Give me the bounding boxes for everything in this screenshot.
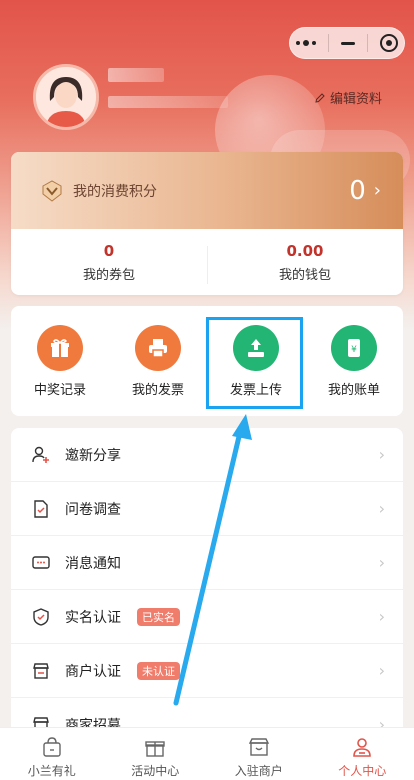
highlight-box (206, 317, 303, 409)
chevron-right-icon: › (378, 499, 385, 518)
action-label: 我的发票 (131, 382, 184, 398)
action-label: 中奖记录 (33, 382, 86, 398)
coupon-label: 我的券包 (82, 267, 135, 283)
tab-bar: 小兰有礼 活动中心 入驻商户 个人中心 (0, 727, 414, 780)
bag-icon (43, 737, 61, 757)
avatar[interactable] (33, 64, 99, 130)
action-prize-records[interactable]: 中奖记录 (11, 324, 109, 398)
tab-activity-center[interactable]: 活动中心 (104, 728, 208, 780)
action-label: 我的账单 (327, 382, 380, 398)
points-value: 0 (349, 175, 366, 206)
coupon-wallet[interactable]: 0 我的券包 (11, 242, 207, 283)
menu-list: 邀新分享 › 问卷调查 › 消息通知 › 实名认证 已实名 › 商户认证 未认证… (11, 428, 403, 738)
message-icon (31, 553, 51, 573)
wallet-label: 我的钱包 (278, 267, 331, 283)
store-icon (31, 661, 51, 681)
gift-icon (37, 324, 83, 371)
survey-icon (31, 499, 51, 519)
points-card: 我的消费积分 0 › 0 我的券包 0.00 我的钱包 (11, 152, 403, 295)
menu-item-messages[interactable]: 消息通知 › (11, 536, 403, 590)
menu-item-invite[interactable]: 邀新分享 › (11, 428, 403, 482)
user-id-masked (108, 96, 228, 108)
points-label: 我的消费积分 (73, 183, 157, 200)
svg-text:¥: ¥ (351, 345, 357, 355)
menu-label: 邀新分享 (65, 447, 121, 464)
store-icon (248, 738, 269, 756)
edit-profile-link[interactable]: 编辑资料 (314, 88, 382, 107)
username-masked (108, 68, 164, 82)
diamond-icon (42, 179, 62, 202)
menu-label: 问卷调查 (65, 501, 121, 518)
stats-row: 0 我的券包 0.00 我的钱包 (11, 229, 403, 295)
status-badge: 未认证 (137, 661, 180, 680)
wallet-balance: 0.00 (286, 241, 324, 260)
shield-icon (31, 607, 51, 627)
tab-label: 个人中心 (338, 764, 387, 778)
coupon-count: 0 (103, 241, 115, 260)
minimize-icon[interactable] (341, 41, 355, 45)
chevron-right-icon: › (373, 180, 381, 201)
edit-profile-label: 编辑资料 (329, 92, 382, 107)
gift-icon (145, 741, 165, 757)
tab-label: 活动中心 (131, 764, 180, 778)
bill-icon: ¥ (331, 324, 377, 371)
tab-gifts[interactable]: 小兰有礼 (0, 728, 104, 780)
more-icon[interactable] (296, 40, 316, 46)
menu-label: 实名认证 (65, 609, 121, 626)
close-miniprogram-icon[interactable] (380, 34, 398, 52)
chevron-right-icon: › (378, 661, 385, 680)
tab-merchants[interactable]: 入驻商户 (207, 728, 311, 780)
edit-icon (315, 92, 325, 103)
printer-icon (135, 324, 181, 371)
menu-item-survey[interactable]: 问卷调查 › (11, 482, 403, 536)
tab-personal-center[interactable]: 个人中心 (311, 728, 414, 780)
menu-item-merchant-auth[interactable]: 商户认证 未认证 › (11, 644, 403, 698)
points-bar[interactable]: 我的消费积分 0 › (11, 152, 403, 229)
menu-item-verification[interactable]: 实名认证 已实名 › (11, 590, 403, 644)
action-my-invoices[interactable]: 我的发票 (109, 324, 207, 398)
tab-label: 入驻商户 (234, 764, 283, 778)
menu-label: 消息通知 (65, 555, 121, 572)
person-icon (353, 738, 372, 757)
user-plus-icon (31, 445, 51, 465)
tab-label: 小兰有礼 (27, 764, 76, 778)
miniprogram-capsule (289, 27, 405, 59)
menu-label: 商户认证 (65, 663, 121, 680)
my-wallet[interactable]: 0.00 我的钱包 (207, 241, 403, 284)
chevron-right-icon: › (378, 553, 385, 572)
chevron-right-icon: › (378, 445, 385, 464)
action-my-bills[interactable]: ¥ 我的账单 (305, 324, 403, 398)
status-badge: 已实名 (137, 607, 180, 626)
chevron-right-icon: › (378, 607, 385, 626)
